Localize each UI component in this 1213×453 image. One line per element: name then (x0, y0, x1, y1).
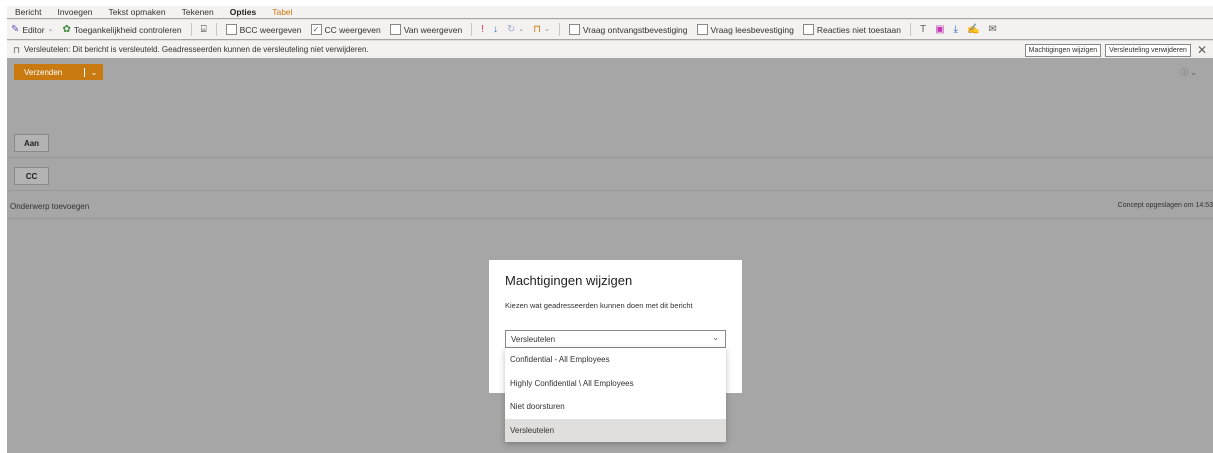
follow-up-button[interactable]: ↻ ⌄ (506, 23, 525, 35)
to-field-row: Aan (7, 128, 1213, 158)
tab-invoegen[interactable]: Invoegen (49, 7, 100, 17)
divider (909, 23, 911, 36)
bcc-label: BCC weergeven (239, 24, 302, 35)
encryption-infobar: ⊓ Versleutelen: Dit bericht is versleute… (7, 40, 1213, 58)
change-permissions-button[interactable]: Machtigingen wijzigen (1024, 43, 1102, 57)
help-icon[interactable]: ⓘ ⌄ (1180, 67, 1197, 78)
tab-tabel[interactable]: Tabel (264, 7, 300, 17)
checkbox-icon (802, 24, 814, 35)
delay-delivery-button[interactable]: ✉ (988, 23, 997, 35)
option-versleutelen[interactable]: Versleutelen (505, 418, 726, 442)
delivery-receipt-toggle[interactable]: Vraag ontvangstbevestiging (568, 24, 688, 35)
text-icon: T (919, 23, 927, 35)
save-button[interactable]: ▣ (935, 23, 945, 35)
remove-encryption-button[interactable]: Versleuteling verwijderen (1105, 43, 1191, 57)
tab-tekst-opmaken[interactable]: Tekst opmaken (100, 7, 173, 17)
text-format-button[interactable]: T (919, 23, 927, 35)
importance-high-icon: ! (481, 23, 484, 35)
download-icon: ⤓ (953, 23, 958, 35)
format-painter-button[interactable]: ⌸ (200, 23, 207, 35)
signature-icon: ✍ (966, 23, 980, 35)
chevron-down-icon: ⌄ (544, 25, 550, 33)
subject-row: Onderwerp toevoegen Concept opgeslagen o… (7, 195, 1213, 219)
checkbox-icon (225, 24, 237, 35)
dialog-subtitle: Kiezen wat geadresseerden kunnen doen me… (505, 301, 693, 310)
checkbox-checked-icon: ✓ (310, 24, 322, 35)
divider (190, 23, 192, 36)
chevron-down-icon: ⌄ (47, 25, 54, 33)
save-icon: ▣ (935, 23, 945, 35)
draft-status: Concept opgeslagen om 14:53 (1117, 202, 1213, 209)
option-highly-confidential[interactable]: Highly Confidential \ All Employees (505, 372, 726, 396)
pen-icon: ✎ (11, 23, 20, 35)
no-replies-toggle[interactable]: Reacties niet toestaan (802, 24, 901, 35)
lock-icon: ⊓ (533, 23, 542, 35)
signature-button[interactable]: ✍ (966, 23, 980, 35)
from-label: Van weergeven (403, 24, 463, 35)
ribbon-toolbar: ✎ Editor ⌄ ✿ Toegankelijkheid controlere… (7, 19, 1213, 39)
permission-select-value: Versleutelen (511, 334, 556, 344)
refresh-icon: ↻ (506, 23, 516, 35)
importance-low-icon: ↓ (492, 23, 498, 35)
checkbox-icon (389, 24, 401, 35)
permission-dropdown: Confidential - All Employees Highly Conf… (505, 348, 726, 442)
cc-toggle[interactable]: ✓ CC weergeven (310, 24, 381, 35)
option-niet-doorsturen[interactable]: Niet doorsturen (505, 395, 726, 419)
accessibility-button[interactable]: ✿ Toegankelijkheid controleren (62, 23, 182, 35)
cc-field-row: CC (7, 161, 1213, 191)
read-receipt-label: Vraag leesbevestiging (710, 24, 794, 35)
read-receipt-toggle[interactable]: Vraag leesbevestiging (696, 24, 794, 35)
send-label: Verzenden (24, 67, 63, 77)
delivery-receipt-label: Vraag ontvangstbevestiging (582, 24, 688, 35)
checkbox-icon (696, 24, 708, 35)
option-confidential[interactable]: Confidential - All Employees (505, 348, 726, 372)
cc-label: CC weergeven (324, 24, 381, 35)
chevron-down-icon: ⌄ (712, 333, 719, 342)
send-row: Verzenden ⌄ ⓘ ⌄ (7, 59, 1213, 83)
divider (558, 23, 560, 36)
accessibility-icon: ✿ (62, 23, 71, 35)
dialog-title: Machtigingen wijzigen (505, 273, 633, 288)
ribbon-tabs: Bericht Invoegen Tekst opmaken Tekenen O… (7, 6, 1213, 18)
subject-input[interactable]: Onderwerp toevoegen (10, 202, 89, 211)
encryption-message: Versleutelen: Dit bericht is versleuteld… (24, 45, 369, 54)
send-button[interactable]: Verzenden ⌄ (14, 64, 103, 80)
editor-label: Editor (22, 24, 45, 35)
download-button[interactable]: ⤓ (953, 23, 958, 35)
bcc-toggle[interactable]: BCC weergeven (225, 24, 302, 35)
close-icon[interactable]: ✕ (1197, 43, 1207, 57)
tab-opties[interactable]: Opties (222, 7, 264, 17)
to-button[interactable]: Aan (14, 134, 49, 152)
infobar-actions: Machtigingen wijzigen Versleuteling verw… (1024, 43, 1207, 57)
chevron-down-icon[interactable]: ⌄ (84, 67, 103, 77)
encrypt-button[interactable]: ⊓ ⌄ (533, 23, 550, 35)
from-toggle[interactable]: Van weergeven (389, 24, 463, 35)
accessibility-label: Toegankelijkheid controleren (73, 24, 182, 35)
chevron-down-icon: ⌄ (518, 25, 525, 33)
no-replies-label: Reacties niet toestaan (816, 24, 901, 35)
tab-tekenen[interactable]: Tekenen (174, 7, 222, 17)
checkbox-icon (568, 24, 580, 35)
importance-low-button[interactable]: ↓ (492, 23, 498, 35)
editor-button[interactable]: ✎ Editor ⌄ (11, 23, 54, 35)
tab-bericht[interactable]: Bericht (7, 7, 49, 17)
lock-icon: ⊓ (13, 44, 21, 55)
divider (471, 23, 473, 36)
mail-clock-icon: ✉ (988, 23, 997, 35)
cc-button[interactable]: CC (14, 167, 49, 185)
importance-high-button[interactable]: ! (481, 23, 484, 35)
permission-select[interactable]: Versleutelen ⌄ (505, 330, 726, 348)
divider (215, 23, 217, 36)
brush-icon: ⌸ (200, 23, 207, 35)
